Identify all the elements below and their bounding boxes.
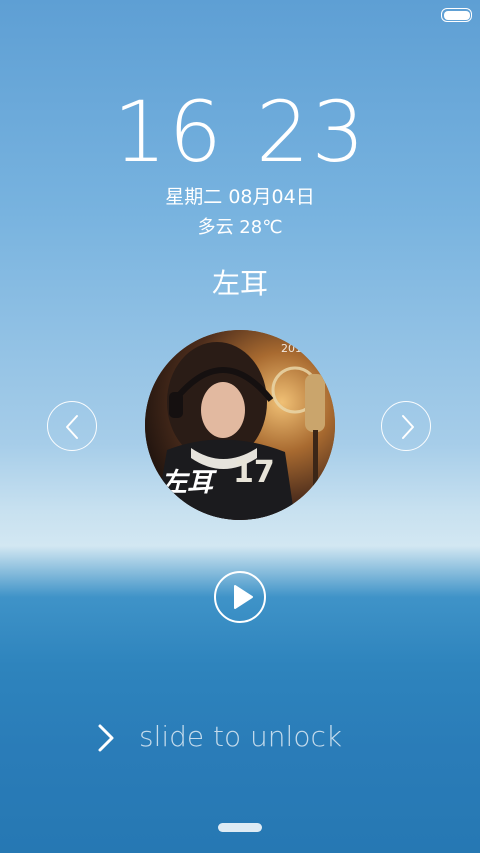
svg-text:17: 17 [233,455,275,490]
clock: 16 23 [0,84,480,180]
cover-year-text: 201 [281,342,302,355]
date-label: 星期二 08月04日 [165,186,315,208]
play-button[interactable] [214,571,266,623]
bottom-handle-bar[interactable] [218,823,262,832]
album-cover: 17 201 左耳 [145,330,335,520]
song-title: 左耳 [211,267,268,300]
next-track-button[interactable] [381,401,431,451]
slide-to-unlock-label[interactable]: slide to unlock [139,718,342,756]
unlock-chevron-icon[interactable] [96,722,116,754]
clock-hour: 16 [113,83,224,181]
clock-minute: 23 [256,83,367,181]
play-icon [234,585,253,609]
cover-title-text: 左耳 [161,468,214,498]
battery-icon [441,8,472,22]
previous-track-button[interactable] [47,401,97,451]
battery-fill [443,10,470,20]
chevron-right-icon [402,415,414,439]
weather-label: 多云 28℃ [197,217,283,238]
chevron-left-icon [66,415,78,439]
